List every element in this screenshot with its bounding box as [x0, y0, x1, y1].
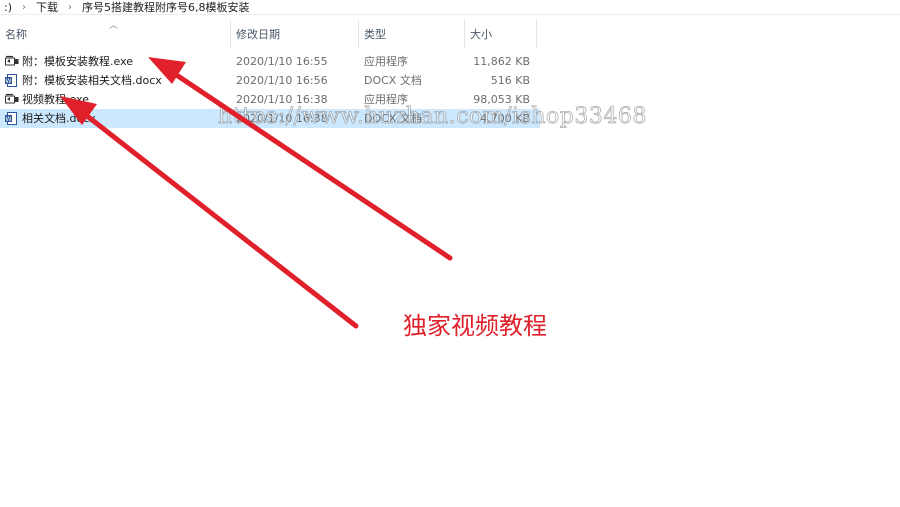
file-size: 11,862 KB	[473, 55, 530, 68]
file-name: 附：模板安装相关文档.docx	[22, 74, 162, 87]
file-list: 附：模板安装教程.exe 2020/1/10 16:55 应用程序 11,862…	[0, 52, 540, 128]
docx-icon: W	[5, 74, 18, 87]
file-type: DOCX 文档	[364, 112, 422, 125]
arrow-line	[79, 109, 359, 329]
file-row[interactable]: W 附：模板安装相关文档.docx 2020/1/10 16:56 DOCX 文…	[0, 71, 540, 90]
breadcrumb-current-folder[interactable]: 序号5搭建教程附序号6,8模板安装	[78, 0, 254, 15]
file-size: 516 KB	[490, 74, 530, 87]
breadcrumb-downloads[interactable]: 下载	[32, 0, 62, 15]
exe-icon	[5, 93, 19, 106]
column-date[interactable]: 修改日期	[231, 20, 359, 48]
file-type: 应用程序	[364, 93, 408, 106]
file-name: 相关文档.docx	[22, 112, 96, 125]
column-header: ︿ 名称 修改日期 类型 大小	[0, 20, 540, 48]
file-row[interactable]: 视频教程.exe 2020/1/10 16:38 应用程序 98,053 KB	[0, 90, 540, 109]
breadcrumb-drive[interactable]: :)	[0, 1, 16, 14]
file-row-selected[interactable]: W 相关文档.docx 2020/1/10 16:38 DOCX 文档 4,70…	[0, 109, 540, 128]
file-size: 4,700 KB	[480, 112, 530, 125]
file-date: 2020/1/10 16:38	[236, 93, 328, 106]
file-date: 2020/1/10 16:56	[236, 74, 328, 87]
column-name[interactable]: 名称	[0, 20, 231, 48]
chevron-right-icon: ›	[68, 1, 72, 13]
svg-text:W: W	[6, 78, 12, 85]
file-date: 2020/1/10 16:55	[236, 55, 328, 68]
file-row[interactable]: 附：模板安装教程.exe 2020/1/10 16:55 应用程序 11,862…	[0, 52, 540, 71]
svg-text:W: W	[6, 116, 12, 123]
breadcrumb: :) › 下载 › 序号5搭建教程附序号6,8模板安装	[0, 0, 900, 15]
annotation-text: 独家视频教程	[403, 312, 547, 340]
file-type: 应用程序	[364, 55, 408, 68]
column-size[interactable]: 大小	[465, 20, 537, 48]
file-name: 附：模板安装教程.exe	[22, 55, 134, 68]
file-size: 98,053 KB	[473, 93, 530, 106]
column-type[interactable]: 类型	[359, 20, 465, 48]
exe-icon	[5, 55, 19, 68]
file-type: DOCX 文档	[364, 74, 422, 87]
chevron-right-icon: ›	[22, 1, 26, 13]
docx-icon: W	[5, 112, 18, 125]
file-date: 2020/1/10 16:38	[236, 112, 328, 125]
file-name: 视频教程.exe	[22, 93, 90, 106]
